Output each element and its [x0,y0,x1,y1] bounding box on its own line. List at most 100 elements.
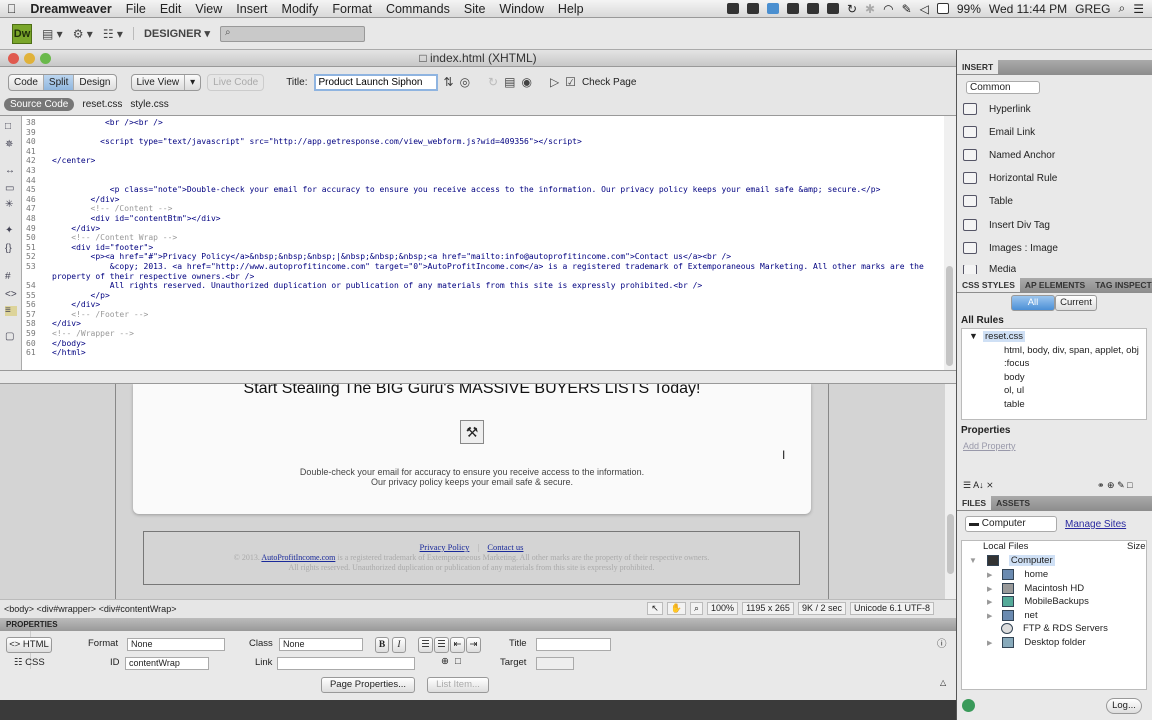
code-text[interactable]: All rights reserved. Unauthorized duplic… [52,281,942,291]
clock[interactable]: Wed 11:44 PM [989,2,1067,16]
collapse-tag-icon[interactable]: ↔ [5,166,17,176]
insert-media[interactable]: Media [963,265,1016,274]
tab-css-styles[interactable]: CSS STYLES [957,278,1020,292]
workspace-switcher[interactable]: DESIGNER ▾ [132,27,210,40]
menu-site[interactable]: Site [457,2,493,16]
check-page-button[interactable]: Check Page [582,77,636,88]
tab-assets[interactable]: ASSETS [991,496,1035,510]
tab-files[interactable]: FILES [957,496,992,510]
code-text[interactable]: <div id="contentBtm"></div> [52,214,942,224]
live-view-button[interactable]: Live View [132,74,186,90]
help-search-input[interactable]: ⌕ [220,25,365,42]
code-text[interactable]: <br /><br /> [52,118,942,128]
expand-all-icon[interactable]: ✳ [5,200,17,210]
expand-arrow-icon[interactable]: ▶ [987,585,992,593]
code-line[interactable]: 61 </html> [22,348,944,358]
check-page-icon[interactable]: ☑ [565,75,576,89]
expand-arrow-icon[interactable]: ▶ [987,612,992,620]
code-line[interactable]: 38 <br /><br /> [22,118,944,128]
screen-icon[interactable] [936,3,949,14]
window-size-select[interactable]: 1195 x 265 [742,602,794,615]
link-input[interactable] [277,657,415,670]
code-text[interactable]: </body> [52,339,942,349]
tab-tag-inspector[interactable]: TAG INSPECTOR [1090,278,1152,292]
headphones-icon[interactable] [746,3,759,14]
css-rule[interactable]: body [1004,372,1025,383]
select-tool-icon[interactable]: ↖ [647,602,663,615]
site-select[interactable]: ▬ Computer [965,516,1057,532]
app-menu[interactable]: Dreamweaver [23,2,118,16]
time-machine-icon[interactable]: ↻ [847,2,857,16]
insert-category-select[interactable]: Common [966,81,1040,94]
code-text[interactable]: <!-- /Wrapper --> [52,329,942,339]
layers-icon[interactable] [806,3,819,14]
menu-edit[interactable]: Edit [153,2,189,16]
validate-icon[interactable]: ▷ [550,75,559,89]
current-mode-button[interactable]: Current [1055,295,1097,311]
user-menu[interactable]: GREG [1075,2,1110,16]
expand-arrow-icon[interactable]: ▶ [987,598,992,606]
code-line[interactable]: 51 <div id="footer"> [22,243,944,253]
code-view[interactable]: □ ✵ ↔ ▭ ✳ ✦ {} # <> ≡ ▢ 38 <br /><br /> 3… [0,115,956,371]
code-text[interactable]: <script type="text/javascript" src="http… [52,137,942,147]
list-item-button[interactable]: List Item... [427,677,489,693]
bold-button[interactable]: B [375,637,389,653]
gear-icon[interactable]: ⚙ ▾ [73,27,93,41]
zoom-select[interactable]: 100% [707,602,739,615]
live-code-button[interactable]: Live Code [207,73,265,91]
code-text[interactable] [52,176,942,186]
insert-hyperlink[interactable]: Hyperlink [963,103,1031,115]
dropbox-icon[interactable] [766,3,779,14]
tree-item-macintosh-hd[interactable]: ▶ Macintosh HD [987,583,1084,594]
local-files-column[interactable]: Local Files [983,541,1028,552]
page-title-input[interactable] [313,73,438,91]
code-line[interactable]: 44 [22,176,944,186]
manage-sites-link[interactable]: Manage Sites [1065,519,1126,530]
code-text[interactable]: </div> [52,300,942,310]
tree-item-desktop[interactable]: ▶ Desktop folder [987,637,1086,648]
code-line[interactable]: 57 <!-- /Footer --> [22,310,944,320]
code-line[interactable]: 41 [22,147,944,157]
code-scrollbar[interactable] [944,116,956,371]
code-view-button[interactable]: Code [9,74,44,90]
css-actions-icon[interactable]: ⚭ ⊕ ✎ □ [1097,480,1133,491]
indent-icon[interactable]: ⇥ [466,637,481,653]
page-properties-button[interactable]: Page Properties... [321,677,415,693]
browser-preview-icon[interactable]: ◎ [460,75,470,89]
binoculars-icon[interactable] [826,3,839,14]
code-line[interactable]: 56 </div> [22,300,944,310]
class-select[interactable]: None [279,638,363,651]
code-line[interactable]: 46 </div> [22,195,944,205]
scroll-thumb[interactable] [947,514,954,574]
code-line[interactable]: 45 <p class="note">Double-check your ema… [22,185,944,195]
related-file-style-css[interactable]: style.css [130,99,168,110]
code-text[interactable] [52,128,942,138]
css-rule[interactable]: ol, ul [1004,385,1024,396]
tab-ap-elements[interactable]: AP ELEMENTS [1020,278,1090,292]
tree-root-computer[interactable]: ▼ Computer [969,555,1055,566]
expand-arrow-icon[interactable]: ▶ [987,571,992,579]
comment-icon[interactable]: ▢ [5,332,17,342]
sync-status-icon[interactable] [962,699,975,712]
highlight-invalid-icon[interactable]: <> [5,290,17,300]
select-parent-icon[interactable]: ✦ [5,226,17,236]
scroll-thumb[interactable] [946,266,953,366]
sync-icon[interactable] [786,3,799,14]
code-text[interactable]: <p class="note">Double-check your email … [52,185,942,195]
code-line[interactable]: 50 <!-- /Content Wrap --> [22,233,944,243]
wifi-icon[interactable]: ◠ [883,2,893,16]
css-rule[interactable]: :focus [1004,358,1029,369]
code-line[interactable]: 42 </center> [22,156,944,166]
related-file-source[interactable]: Source Code [4,97,75,111]
insert-image[interactable]: Images : Image [963,242,1058,254]
code-text[interactable]: <p><a href="#">Privacy Policy</a>&nbsp;&… [52,252,942,262]
design-scrollbar[interactable] [945,384,956,599]
menu-help[interactable]: Help [551,2,591,16]
css-rule[interactable]: table [1004,399,1025,410]
target-select[interactable] [536,657,574,670]
code-line[interactable]: 58 </div> [22,319,944,329]
code-text[interactable]: <!-- /Content Wrap --> [52,233,942,243]
code-line[interactable]: 55 </p> [22,291,944,301]
code-text[interactable] [52,166,942,176]
code-text[interactable]: &copy; 2013. <a href="http://www.autopro… [52,262,942,281]
